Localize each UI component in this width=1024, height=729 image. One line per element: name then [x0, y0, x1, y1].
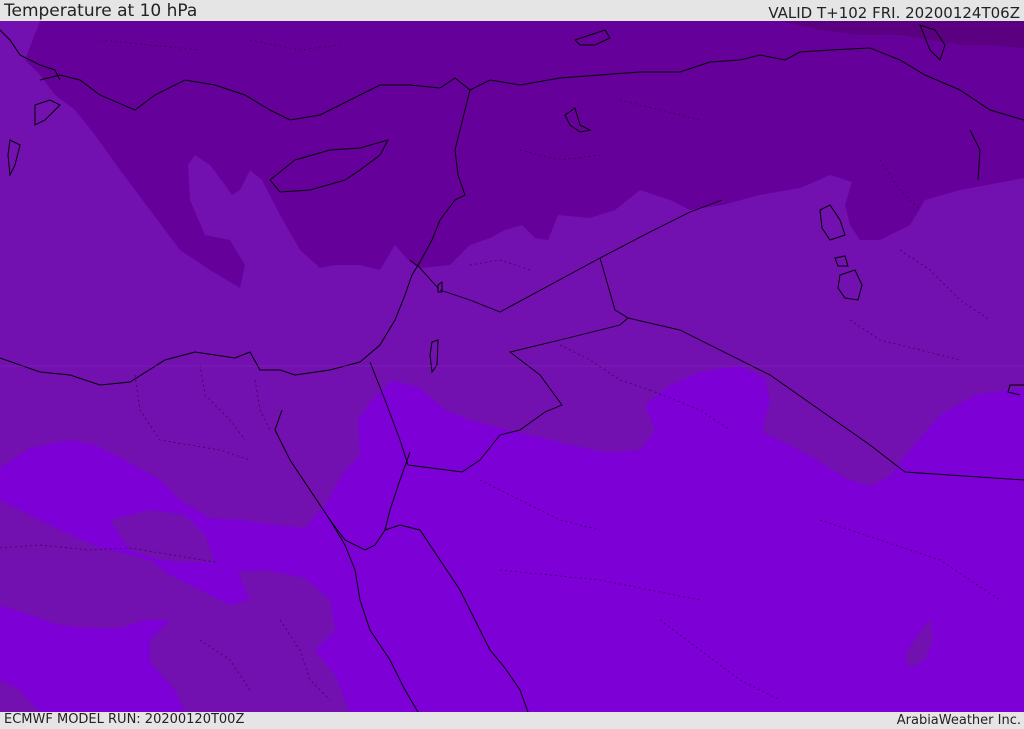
map-title: Temperature at 10 hPa [4, 1, 198, 21]
footer-bar: ECMWF MODEL RUN: 20200120T00Z ArabiaWeat… [0, 712, 1024, 729]
model-run-label: ECMWF MODEL RUN: 20200120T00Z [4, 712, 245, 727]
credit-label: ArabiaWeather Inc. [896, 713, 1021, 728]
valid-time: VALID T+102 FRI. 20200124T06Z [768, 4, 1020, 22]
temperature-map [0, 21, 1024, 712]
header-bar: Temperature at 10 hPa VALID T+102 FRI. 2… [0, 0, 1024, 21]
